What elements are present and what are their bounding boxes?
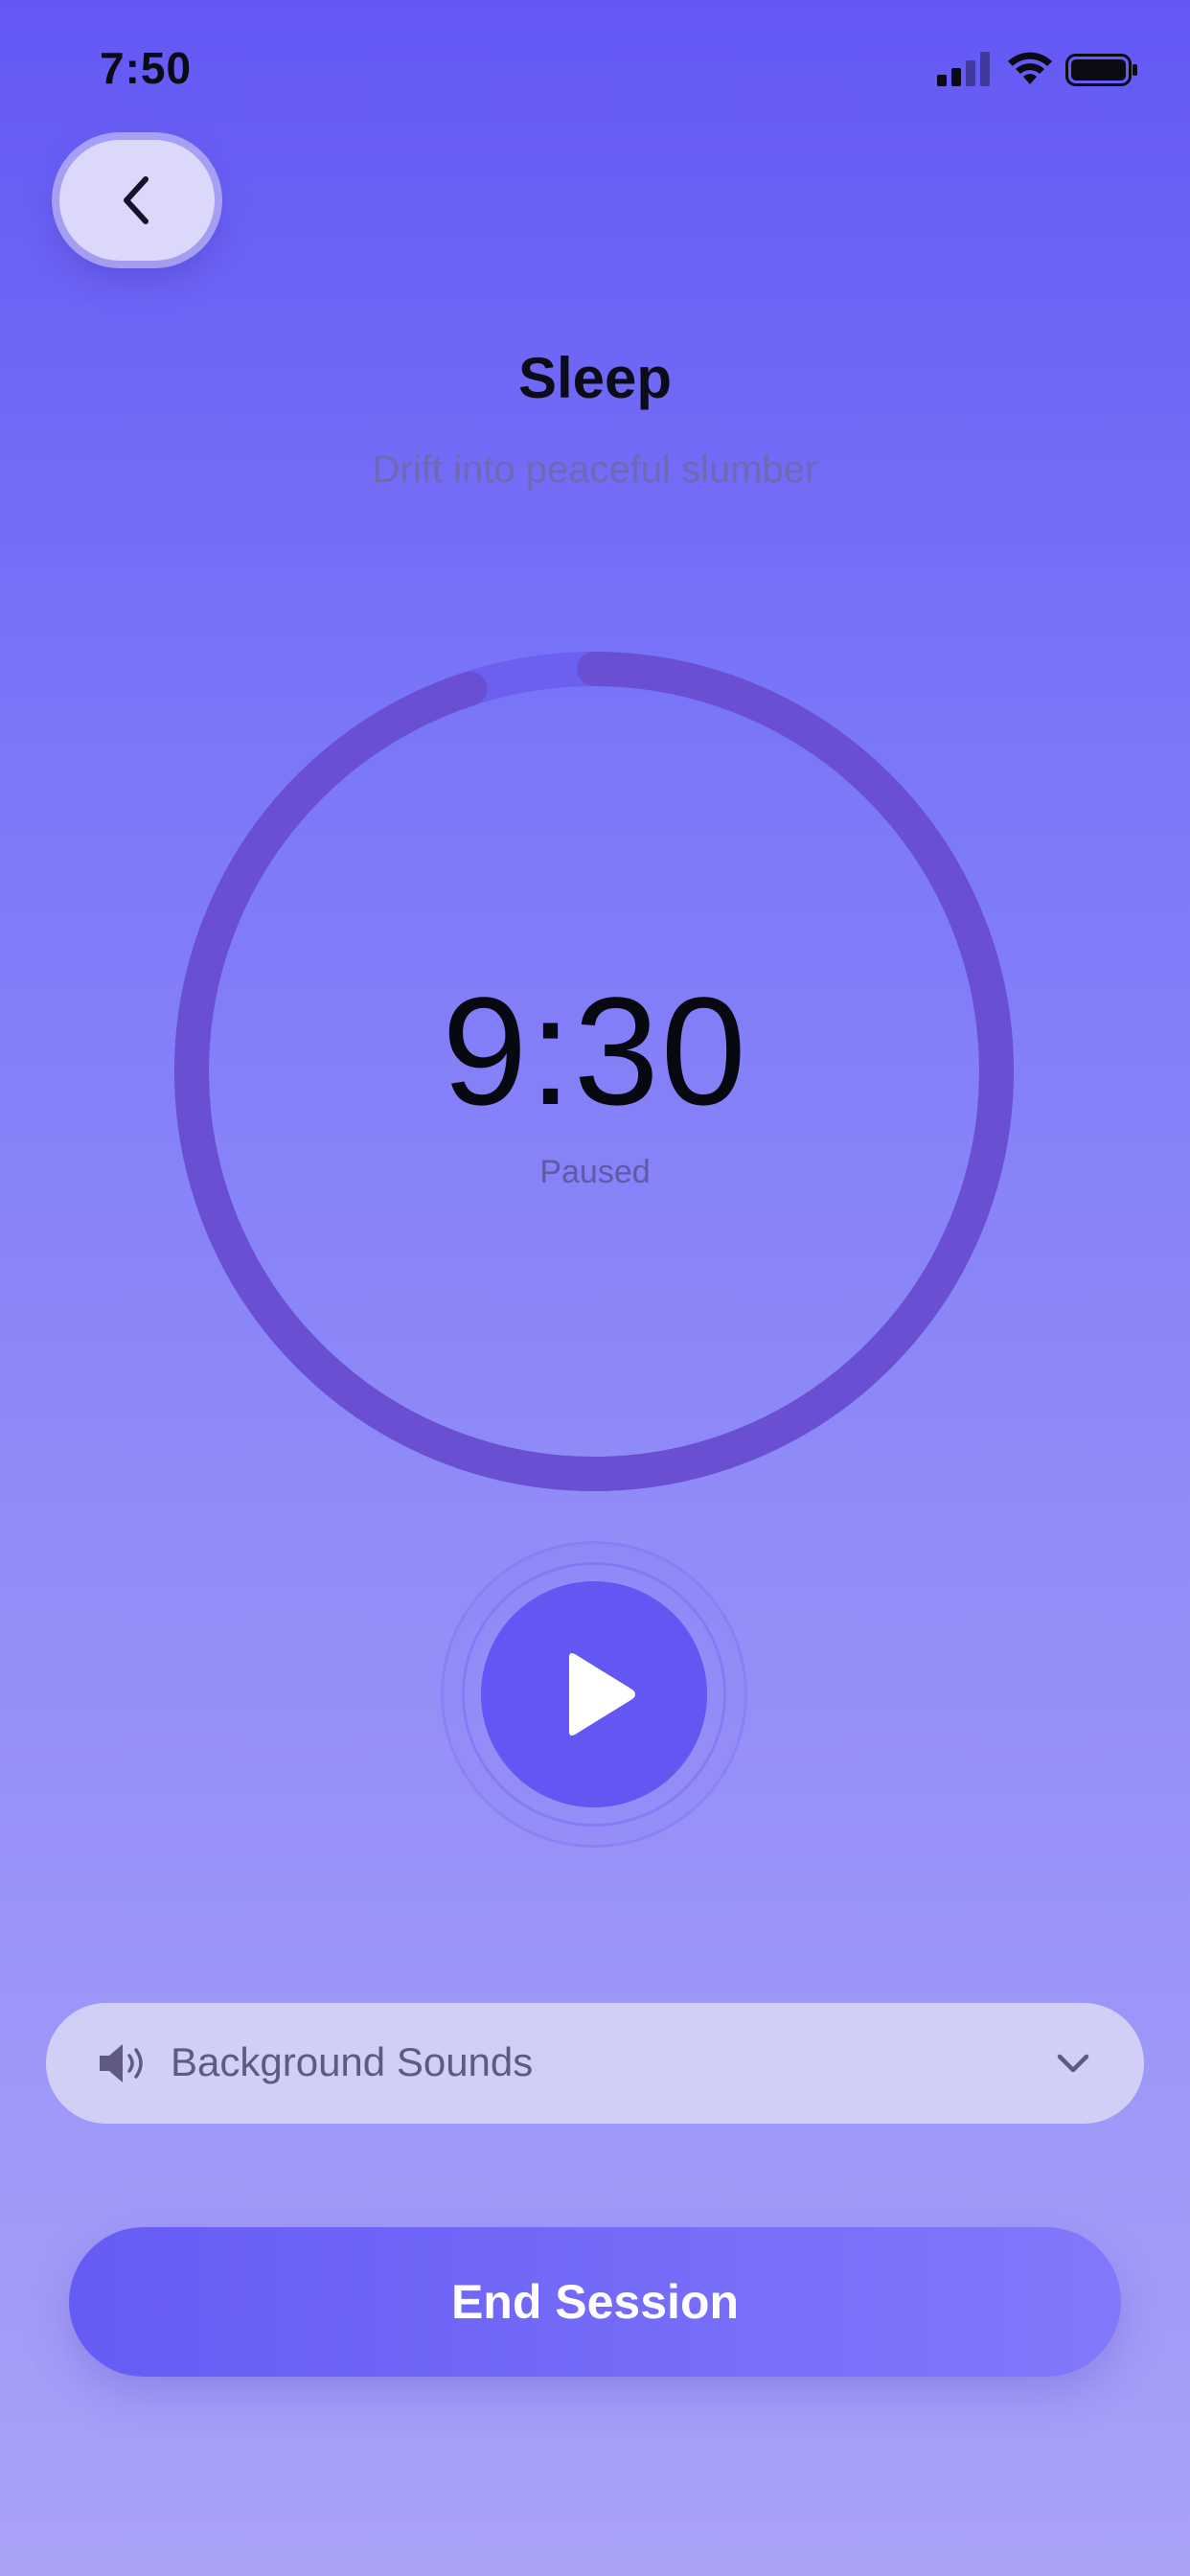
back-button[interactable] — [59, 140, 215, 261]
chevron-down-icon — [1057, 2054, 1089, 2073]
page-subtitle: Drift into peaceful slumber — [372, 448, 818, 491]
wifi-icon — [1008, 52, 1052, 84]
background-sounds-label: Background Sounds — [171, 2039, 534, 2084]
chevron-left-icon — [124, 176, 149, 224]
end-session-button[interactable]: End Session — [69, 2227, 1121, 2377]
background-sounds-dropdown[interactable]: Background Sounds — [46, 2003, 1144, 2124]
timer-display: 9:30 — [442, 965, 748, 1137]
status-bar: 7:50 — [0, 0, 1190, 144]
cellular-signal-icon — [937, 52, 990, 86]
speaker-icon — [100, 2044, 143, 2082]
play-icon — [569, 1653, 635, 1736]
page-title: Sleep — [517, 346, 673, 410]
timer-status: Paused — [539, 1154, 651, 1190]
status-time: 7:50 — [100, 43, 193, 93]
battery-icon — [1065, 54, 1137, 86]
play-button[interactable] — [481, 1581, 707, 1807]
play-control — [441, 1541, 747, 1848]
